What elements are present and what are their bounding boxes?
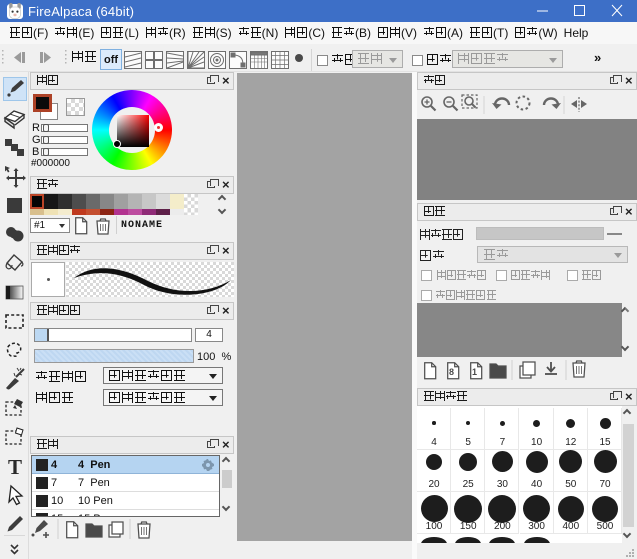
svg-text:8: 8 <box>449 367 454 377</box>
svg-text:1: 1 <box>472 367 477 377</box>
svg-text:T: T <box>8 455 22 479</box>
